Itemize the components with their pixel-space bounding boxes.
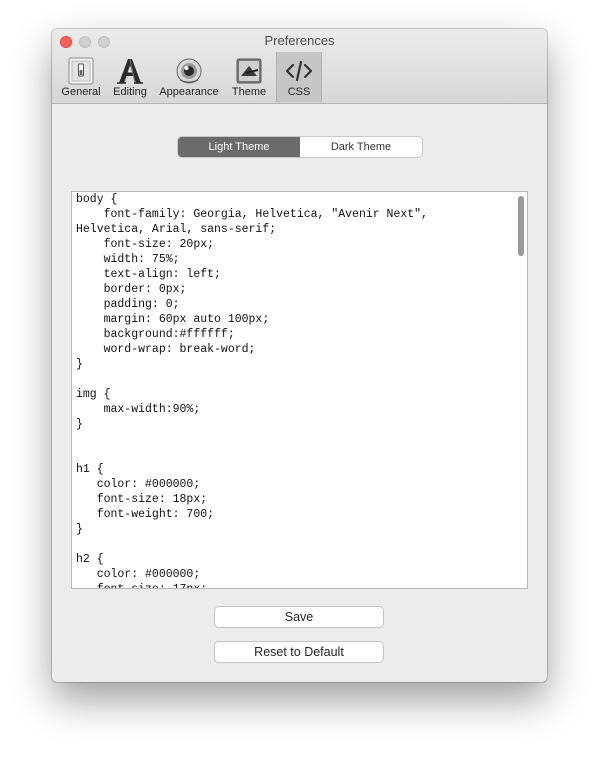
dark-theme-segment[interactable]: Dark Theme bbox=[300, 137, 422, 157]
theme-segmented-control: Light Theme Dark Theme bbox=[178, 137, 422, 157]
css-code-text[interactable]: body { font-family: Georgia, Helvetica, … bbox=[76, 192, 512, 588]
toolbar-item-general[interactable]: General bbox=[58, 52, 104, 102]
switch-icon bbox=[68, 57, 94, 85]
toolbar-label-editing: Editing bbox=[113, 86, 147, 98]
reset-to-default-button[interactable]: Reset to Default bbox=[215, 642, 383, 662]
light-theme-segment[interactable]: Light Theme bbox=[178, 137, 300, 157]
toolbar-item-css[interactable]: CSS bbox=[276, 52, 322, 102]
code-brackets-icon bbox=[285, 60, 313, 82]
toolbar-label-css: CSS bbox=[287, 86, 311, 98]
toolbar-label-appearance: Appearance bbox=[159, 86, 219, 98]
eye-icon bbox=[176, 58, 202, 84]
toolbar-label-general: General bbox=[61, 86, 101, 98]
toolbar-item-editing[interactable]: Editing bbox=[108, 52, 152, 102]
toolbar-item-theme[interactable]: Theme bbox=[228, 52, 270, 102]
preferences-window: Preferences General Editing Appearance T… bbox=[52, 29, 547, 682]
font-a-icon bbox=[117, 58, 143, 84]
toolbar-label-theme: Theme bbox=[231, 86, 267, 98]
theme-icon bbox=[236, 58, 262, 84]
toolbar-item-appearance[interactable]: Appearance bbox=[154, 52, 224, 102]
title-bar: Preferences General Editing Appearance T… bbox=[52, 29, 547, 104]
css-editor[interactable]: body { font-family: Georgia, Helvetica, … bbox=[71, 191, 528, 589]
window-title: Preferences bbox=[264, 33, 335, 48]
editor-scrollbar[interactable] bbox=[518, 196, 524, 256]
save-button[interactable]: Save bbox=[215, 607, 383, 627]
